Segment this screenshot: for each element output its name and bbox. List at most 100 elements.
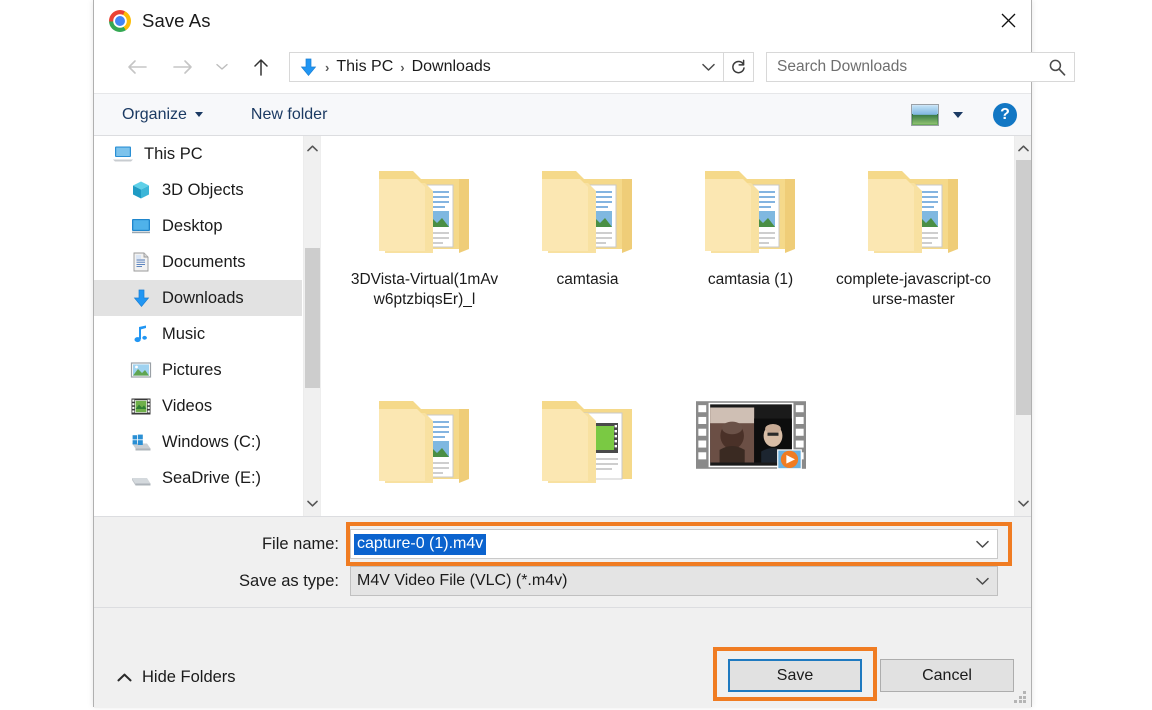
windows-drive-icon	[130, 431, 152, 453]
sidebar-item-windows-c[interactable]: Windows (C:)	[94, 424, 320, 460]
close-button[interactable]	[985, 0, 1031, 41]
file-item[interactable]	[506, 376, 669, 516]
file-item[interactable]: 3DVista-Virtual(1mAvw6ptzbiqsEr)_l	[343, 146, 506, 376]
help-button[interactable]: ?	[993, 102, 1017, 127]
file-list-scroll-down-button[interactable]	[1015, 495, 1031, 512]
close-icon	[1001, 13, 1015, 28]
file-grid: 3DVista-Virtual(1mAvw6ptzbiqsEr)_l camta…	[321, 136, 1031, 516]
breadcrumb-separator-2: ›	[400, 59, 405, 75]
file-name-value[interactable]: capture-0 (1).m4v	[354, 533, 487, 555]
sidebar-item-documents[interactable]: Documents	[94, 244, 320, 280]
video-file-icon	[695, 376, 806, 494]
videos-icon	[130, 395, 152, 417]
sidebar-item-label: Music	[162, 324, 206, 343]
sidebar-scroll-up-button[interactable]	[304, 140, 320, 157]
chevron-down-icon	[701, 63, 715, 71]
sidebar-item-3d-objects[interactable]: 3D Objects	[94, 172, 320, 208]
sidebar-item-label: Desktop	[162, 216, 223, 235]
file-item[interactable]: camtasia (1)	[669, 146, 832, 376]
refresh-button[interactable]	[724, 52, 754, 82]
sidebar-item-seadrive-e[interactable]: SeaDrive (E:)	[94, 460, 320, 496]
folder-icon	[533, 146, 643, 264]
sidebar-item-label: SeaDrive (E:)	[162, 468, 262, 487]
chevron-down-icon	[194, 112, 203, 117]
cancel-label: Cancel	[922, 666, 972, 684]
file-name-combobox[interactable]: capture-0 (1).m4v	[350, 529, 998, 559]
search-input[interactable]	[767, 53, 1044, 81]
sidebar-item-videos[interactable]: Videos	[94, 388, 320, 424]
arrow-up-icon	[254, 59, 268, 76]
save-as-type-dropdown-button[interactable]	[967, 567, 997, 595]
chrome-logo-icon	[109, 9, 131, 32]
sidebar-item-label: Windows (C:)	[162, 432, 262, 451]
new-folder-button[interactable]: New folder	[243, 102, 335, 128]
back-button[interactable]	[121, 51, 153, 83]
arrow-right-icon	[173, 60, 192, 74]
downloads-icon	[130, 287, 152, 309]
sidebar-item-label: Documents	[162, 252, 246, 271]
drive-icon	[130, 467, 152, 489]
file-name-row: File name: capture-0 (1).m4v	[94, 529, 998, 559]
file-item[interactable]: complete-javascript-course-master	[832, 146, 995, 376]
file-name-label: complete-javascript-course-master	[835, 271, 992, 308]
chevron-up-icon	[116, 670, 132, 686]
search-box[interactable]	[766, 52, 1075, 82]
save-as-type-label: Save as type:	[239, 571, 339, 590]
hide-folders-button[interactable]: Hide Folders	[116, 668, 236, 687]
breadcrumb[interactable]: › This PC › Downloads	[289, 52, 724, 82]
save-as-type-combobox[interactable]: M4V Video File (VLC) (*.m4v)	[350, 566, 998, 596]
view-options-chevron-down-icon[interactable]	[953, 111, 963, 118]
sidebar-item-this-pc[interactable]: This PC	[94, 136, 320, 172]
resize-grip-icon[interactable]	[1014, 691, 1027, 704]
file-list-scroll-thumb[interactable]	[1016, 160, 1031, 415]
file-list-pane[interactable]: 3DVista-Virtual(1mAvw6ptzbiqsEr)_l camta…	[320, 136, 1031, 516]
cancel-button[interactable]: Cancel	[880, 659, 1014, 692]
forward-button[interactable]	[167, 51, 199, 83]
file-list-scrollbar[interactable]	[1014, 136, 1031, 516]
sidebar-item-desktop[interactable]: Desktop	[94, 208, 320, 244]
downloads-arrow-icon	[298, 57, 318, 77]
file-name-dropdown-button[interactable]	[967, 530, 997, 558]
sidebar-scroll-down-button[interactable]	[304, 495, 320, 512]
file-item[interactable]	[343, 376, 506, 516]
file-name-label: File name:	[261, 534, 339, 553]
file-item[interactable]: camtasia	[506, 146, 669, 376]
sidebar-item-label: 3D Objects	[162, 180, 244, 199]
breadcrumb-dropdown-button[interactable]	[693, 53, 723, 81]
file-item[interactable]	[669, 376, 832, 516]
file-form-area: File name: capture-0 (1).m4v Save as typ…	[94, 517, 1031, 608]
sidebar-scroll-thumb[interactable]	[305, 248, 320, 388]
pictures-icon	[130, 359, 152, 381]
folder-icon	[859, 146, 969, 264]
dialog-footer: Hide Folders Save Cancel	[94, 608, 1031, 708]
dialog-title: Save As	[142, 9, 211, 31]
file-name-label: camtasia (1)	[707, 271, 794, 288]
navigation-pane: This PC 3D Objects Desktop Documents Dow…	[94, 136, 320, 516]
sidebar-item-pictures[interactable]: Pictures	[94, 352, 320, 388]
chevron-down-icon	[975, 540, 989, 548]
desktop-icon	[130, 215, 152, 237]
file-name-label: 3DVista-Virtual(1mAvw6ptzbiqsEr)_l	[350, 271, 499, 308]
recent-locations-button[interactable]	[211, 51, 233, 83]
picture-view-icon[interactable]	[911, 103, 939, 126]
folder-icon	[370, 376, 480, 494]
save-button[interactable]: Save	[728, 659, 862, 692]
file-list-scroll-up-button[interactable]	[1015, 140, 1031, 157]
navigation-bar: › This PC › Downloads	[94, 41, 1075, 93]
music-icon	[130, 323, 152, 345]
content-area: This PC 3D Objects Desktop Documents Dow…	[94, 136, 1031, 517]
breadcrumb-item-downloads[interactable]: Downloads	[412, 58, 491, 76]
organize-button[interactable]: Organize	[114, 102, 211, 128]
save-as-type-value: M4V Video File (VLC) (*.m4v)	[357, 572, 568, 589]
sidebar-item-downloads[interactable]: Downloads	[94, 280, 320, 316]
save-label: Save	[776, 666, 814, 684]
file-name-label: camtasia	[556, 271, 619, 288]
breadcrumb-item-this-pc[interactable]: This PC	[336, 58, 393, 76]
up-button[interactable]	[245, 51, 277, 83]
chevron-down-icon	[307, 500, 318, 507]
save-as-dialog: Save As › This PC › Downloads Search Dow…	[93, 0, 1075, 708]
sidebar-item-music[interactable]: Music	[94, 316, 320, 352]
new-folder-label: New folder	[250, 105, 328, 123]
sidebar-scrollbar[interactable]	[303, 136, 320, 516]
search-icon[interactable]	[1048, 58, 1066, 76]
